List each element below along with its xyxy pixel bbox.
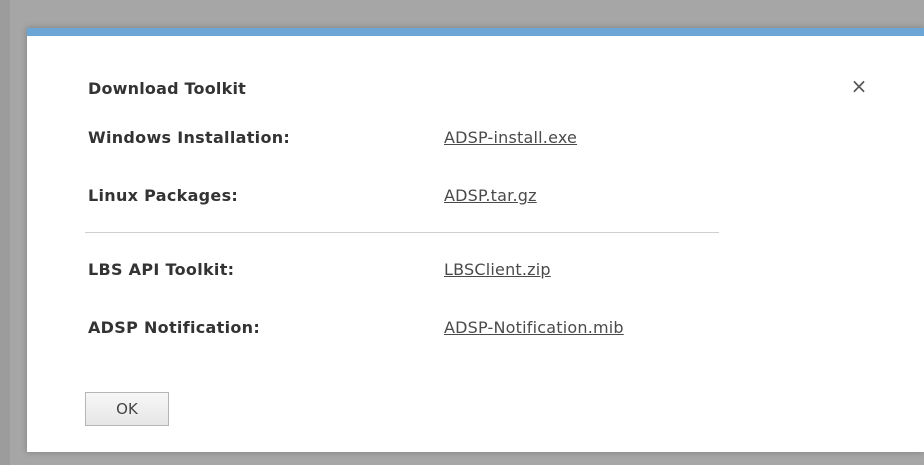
row-label: ADSP Notification: (88, 318, 261, 337)
dialog-title: Download Toolkit (88, 79, 246, 98)
row-label: Linux Packages: (88, 186, 239, 205)
row-label: Windows Installation: (88, 128, 291, 147)
row-linux-packages: Linux Packages: ADSP.tar.gz (88, 186, 788, 210)
download-link-notification[interactable]: ADSP-Notification.mib (444, 318, 624, 337)
close-icon[interactable]: × (847, 74, 871, 98)
row-adsp-notification: ADSP Notification: ADSP-Notification.mib (88, 318, 788, 342)
backdrop-edge (0, 0, 10, 465)
row-label: LBS API Toolkit: (88, 260, 235, 279)
row-lbs-api-toolkit: LBS API Toolkit: LBSClient.zip (88, 260, 788, 284)
download-link-linux[interactable]: ADSP.tar.gz (444, 186, 537, 205)
download-link-windows[interactable]: ADSP-install.exe (444, 128, 577, 147)
row-windows-installation: Windows Installation: ADSP-install.exe (88, 128, 788, 152)
divider (85, 232, 719, 233)
ok-button[interactable]: OK (85, 392, 169, 426)
download-toolkit-dialog: Download Toolkit × Windows Installation:… (27, 28, 924, 452)
download-link-lbs[interactable]: LBSClient.zip (444, 260, 551, 279)
